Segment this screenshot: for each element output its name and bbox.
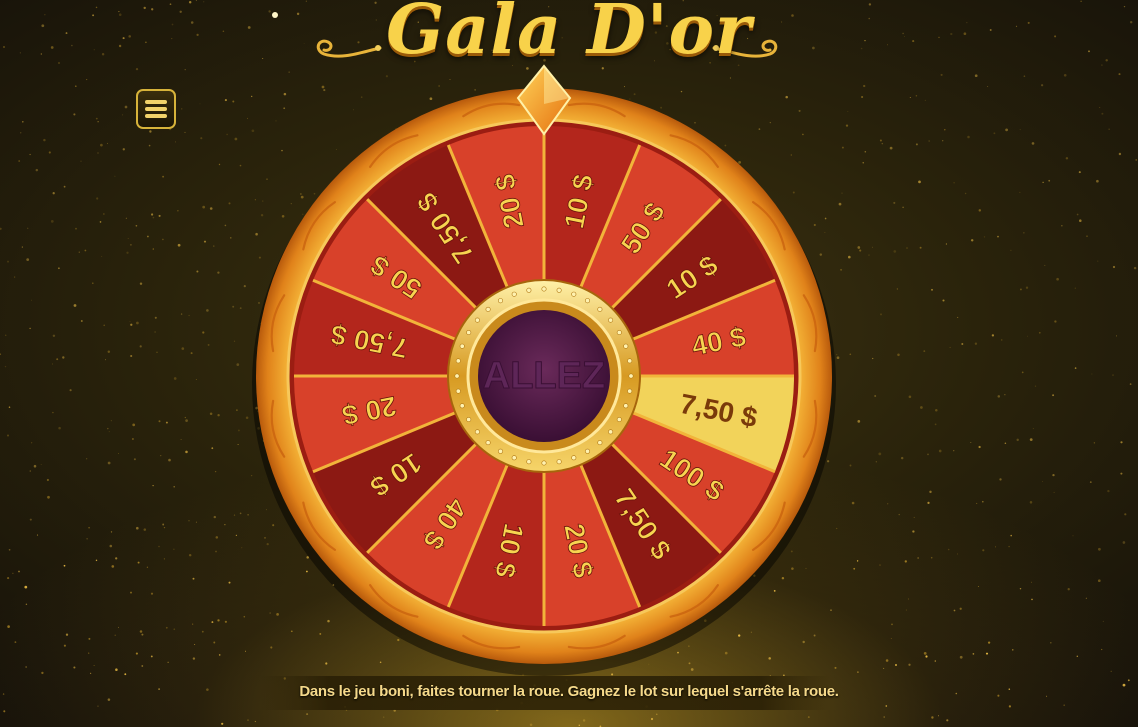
instruction-text: Dans le jeu boni, faites tourner la roue…: [299, 683, 839, 700]
spin-button-label[interactable]: ALLEZ: [482, 355, 605, 398]
prize-wheel: 10 $50 $10 $40 $7,50 $100 $7,50 $20 $10 …: [252, 64, 836, 676]
game-screen: Gala D'or 10 $ 50 $ 10 $ 40 $ 7,50 $ 100…: [0, 0, 1138, 727]
wheel-body[interactable]: 10 $50 $10 $40 $7,50 $100 $7,50 $20 $10 …: [252, 64, 836, 676]
